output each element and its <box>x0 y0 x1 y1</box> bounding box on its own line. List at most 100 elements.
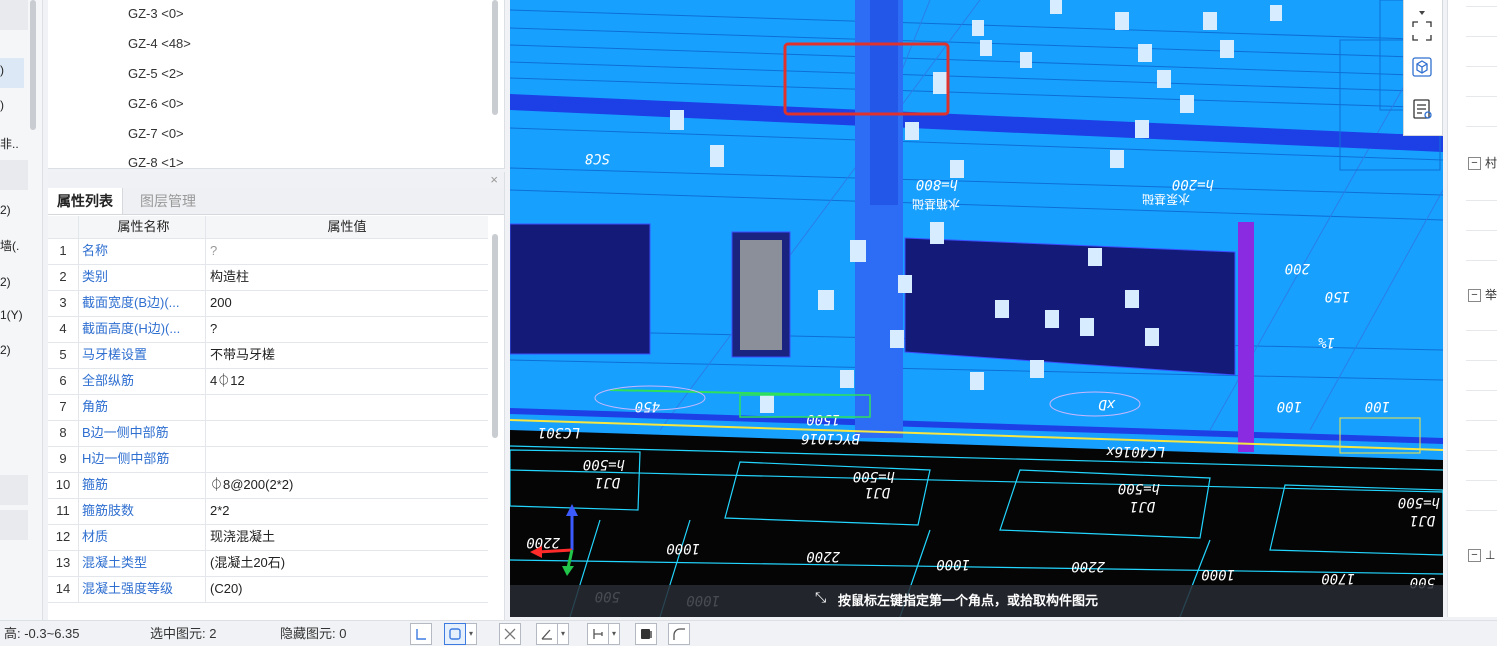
list-item[interactable]: ) <box>0 98 4 112</box>
tree-item-gz5[interactable]: GZ-5 <2> <box>128 66 184 81</box>
tree-item-gz7[interactable]: GZ-7 <0> <box>128 126 184 141</box>
foundation-label: h=500 <box>1398 494 1440 510</box>
foundation-label: 2200 <box>806 548 840 564</box>
dim-label: 100 <box>1277 398 1302 414</box>
row-index: 12 <box>48 524 79 550</box>
3d-view-icon[interactable] <box>1409 54 1435 80</box>
display-toggle-button[interactable] <box>635 623 657 645</box>
list-item[interactable]: 2) <box>0 275 11 289</box>
header-value: 属性值 <box>327 219 367 234</box>
status-bar: 高: -0.3~6.35 选中图元: 2 隐藏图元: 0 ▾ ▾ ▾ <box>0 620 1497 646</box>
object-snap-button[interactable] <box>444 623 466 645</box>
dim-label: 1% <box>1318 334 1335 350</box>
close-icon[interactable]: × <box>490 172 498 187</box>
component-tree: GZ-3 <0> GZ-4 <48> GZ-5 <2> GZ-6 <0> GZ-… <box>48 0 505 169</box>
property-value[interactable] <box>206 420 492 446</box>
tab-property-list[interactable]: 属性列表 <box>48 188 123 214</box>
foundation-label: DJ1 <box>1410 512 1436 528</box>
property-row[interactable]: 7 角筋 <box>48 394 488 421</box>
collapse-icon[interactable]: − <box>1468 289 1481 303</box>
property-value[interactable]: 不带马牙槎 <box>206 342 492 368</box>
collapse-icon[interactable]: − <box>1468 157 1481 171</box>
list-item[interactable]: 墙(. <box>0 237 19 254</box>
property-row[interactable]: 14 混凝土强度等级 (C20) <box>48 576 488 603</box>
row-index: 6 <box>48 368 79 394</box>
property-value[interactable]: 构造柱 <box>206 264 492 290</box>
row-index: 4 <box>48 316 79 342</box>
gray-block <box>740 240 782 350</box>
offset-dropdown-icon[interactable]: ▾ <box>609 623 620 645</box>
property-value[interactable]: 现浇混凝土 <box>206 524 492 550</box>
foundation-label: h=500 <box>1118 480 1160 496</box>
fullscreen-icon[interactable] <box>1409 18 1435 44</box>
display-settings-icon[interactable] <box>1409 96 1435 122</box>
property-value[interactable] <box>206 394 492 420</box>
group-label: 举 <box>1485 288 1497 302</box>
angle-dropdown-icon[interactable]: ▾ <box>558 623 569 645</box>
property-row[interactable]: 2 类别 构造柱 <box>48 264 488 291</box>
group-toggle[interactable]: − 举 <box>1468 286 1497 303</box>
cad-drawing[interactable]: h=800 h=200 SC8 150 200 1% 450 1500 xD 1… <box>510 0 1443 617</box>
property-row[interactable]: 13 混凝土类型 (混凝土20石) <box>48 550 488 577</box>
row-index: 7 <box>48 394 79 420</box>
property-row[interactable]: 3 截面宽度(B边)(... 200 <box>48 290 488 317</box>
tree-item-gz6[interactable]: GZ-6 <0> <box>128 96 184 111</box>
property-row[interactable]: 11 箍筋肢数 2*2 <box>48 498 488 525</box>
list-item[interactable]: 2) <box>0 203 11 217</box>
foundation-label: h=500 <box>583 456 625 472</box>
property-value[interactable]: ? <box>206 238 492 264</box>
property-value[interactable]: 2*2 <box>206 498 492 524</box>
command-hint-bar: ⤡ 按鼠标左键指定第一个角点，或拾取构件图元 <box>510 585 1443 617</box>
scrollbar-thumb[interactable] <box>492 0 498 115</box>
property-row[interactable]: 6 全部纵筋 4⏀12 <box>48 368 488 395</box>
foundation-label: 1700 <box>1321 570 1355 586</box>
row-index: 5 <box>48 342 79 368</box>
property-value[interactable]: (混凝土20石) <box>206 550 492 576</box>
property-value[interactable]: ⏀8@200(2*2) <box>206 472 492 498</box>
group-toggle[interactable]: − 村 <box>1468 154 1497 171</box>
row-index: 8 <box>48 420 79 446</box>
scrollbar-thumb[interactable] <box>30 0 36 130</box>
angle-button[interactable] <box>536 623 558 645</box>
property-row[interactable]: 9 H边一侧中部筋 <box>48 446 488 473</box>
cross-snap-button[interactable] <box>499 623 521 645</box>
tree-item-gz3[interactable]: GZ-3 <0> <box>128 6 184 21</box>
list-item[interactable]: 非.. <box>0 135 19 152</box>
foundation-label: DJ1 <box>865 484 891 500</box>
property-name: 马牙槎设置 <box>79 342 206 368</box>
tree-item-gz4[interactable]: GZ-4 <48> <box>128 36 191 51</box>
row-index: 1 <box>48 238 79 264</box>
property-name: 截面宽度(B边)(... <box>79 290 206 316</box>
row-index: 10 <box>48 472 79 498</box>
property-value[interactable]: 200 <box>206 290 492 316</box>
foundation-label: DJ1 <box>595 474 621 490</box>
arc-tool-button[interactable] <box>668 623 690 645</box>
drawing-viewport[interactable]: h=800 h=200 SC8 150 200 1% 450 1500 xD 1… <box>510 0 1443 617</box>
property-row[interactable]: 12 材质 现浇混凝土 <box>48 524 488 551</box>
property-value[interactable]: (C20) <box>206 576 492 602</box>
dim-label: SC8 <box>585 150 610 166</box>
offset-button[interactable] <box>587 623 609 645</box>
property-row[interactable]: 1 名称? <box>48 238 488 265</box>
list-item[interactable]: 1(Y) <box>0 308 23 322</box>
property-row[interactable]: 4 截面高度(H边)(...? <box>48 316 488 343</box>
dark-room <box>904 237 1236 376</box>
property-value[interactable] <box>206 446 492 472</box>
property-row[interactable]: 8 B边一侧中部筋 <box>48 420 488 447</box>
group-toggle[interactable]: − ⊥ <box>1468 548 1495 563</box>
scrollbar-thumb[interactable] <box>492 234 498 438</box>
dim-label: xD <box>1098 396 1116 412</box>
list-item[interactable]: ) <box>0 63 4 77</box>
collapse-icon[interactable]: − <box>1468 549 1481 563</box>
floor-height-readout: 高: -0.3~6.35 <box>4 626 80 641</box>
property-row[interactable]: 5 马牙槎设置 不带马牙槎 <box>48 342 488 369</box>
list-item-band <box>0 160 28 190</box>
property-value[interactable]: 4⏀12 <box>206 368 492 394</box>
property-value[interactable]: ? <box>206 316 492 342</box>
ortho-mode-button[interactable] <box>410 623 432 645</box>
tree-item-gz8[interactable]: GZ-8 <1> <box>128 155 184 168</box>
list-item[interactable]: 2) <box>0 343 11 357</box>
snap-dropdown-icon[interactable]: ▾ <box>466 623 477 645</box>
property-row[interactable]: 10 箍筋 ⏀8@200(2*2) <box>48 472 488 499</box>
tab-layer-management[interactable]: 图层管理 <box>131 188 205 214</box>
